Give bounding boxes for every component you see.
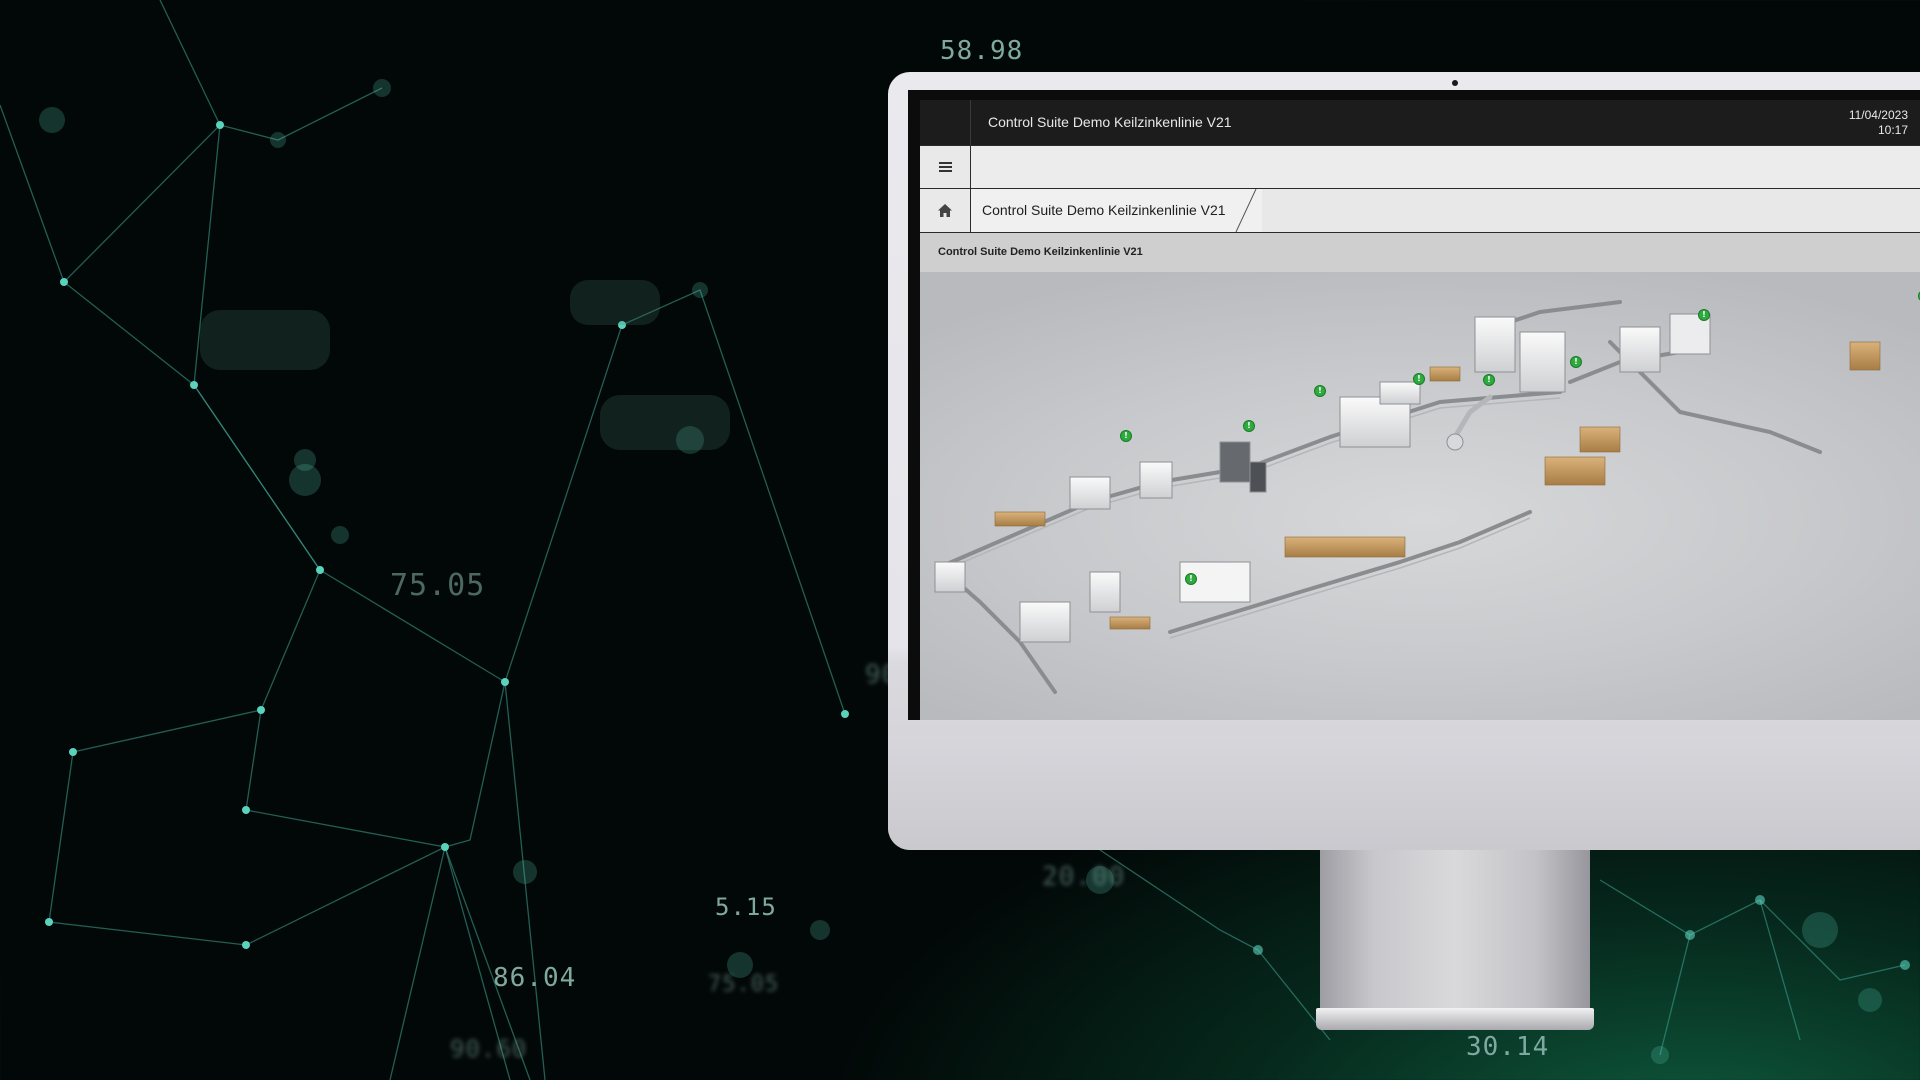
monitor-stand [1320,850,1590,1010]
time-text: 10:17 [1877,123,1908,137]
monitor-screen: Control Suite Demo Keilzinkenlinie V21 1… [908,90,1920,720]
background-number: 75.05 [390,568,486,603]
app-title: Control Suite Demo Keilzinkenlinie V21 [988,114,1232,130]
info-icon[interactable]: ! [1698,309,1710,321]
background-number: 75.05 [708,972,780,997]
monitor-frame: Control Suite Demo Keilzinkenlinie V21 1… [888,72,1920,850]
monitor-stand-base [1316,1008,1594,1030]
factory-3d-model [934,300,1881,694]
page-header: Control Suite Demo Keilzinkenlinie V21 [920,233,1920,272]
background-number: 20.00 [1042,862,1126,892]
breadcrumb: Control Suite Demo Keilzinkenlinie V21 [920,189,1920,233]
info-icon[interactable]: ! [1483,374,1495,386]
background-number: 58.98 [940,36,1024,66]
background-number: 5.15 [715,893,777,921]
info-icon[interactable]: ! [1413,373,1425,385]
breadcrumb-item[interactable]: Control Suite Demo Keilzinkenlinie V21 [971,189,1262,232]
info-icon[interactable]: ! [1185,573,1197,585]
factory-layout-view[interactable]: !!!!!!!!! [920,272,1920,720]
hamburger-icon [938,162,952,172]
monitor-chin [888,736,1920,850]
menu-button[interactable] [920,146,971,188]
info-icon[interactable]: ! [1570,356,1582,368]
info-icon[interactable]: ! [1120,430,1132,442]
control-suite-app: Control Suite Demo Keilzinkenlinie V21 1… [920,100,1920,720]
breadcrumb-separator [1235,189,1257,232]
info-icon[interactable]: ! [1243,420,1255,432]
background-number: 30.14 [1466,1032,1550,1062]
page-title: Control Suite Demo Keilzinkenlinie V21 [938,246,1143,258]
breadcrumb-item-label: Control Suite Demo Keilzinkenlinie V21 [982,202,1226,218]
app-title-bar: Control Suite Demo Keilzinkenlinie V21 1… [920,100,1920,145]
home-icon [938,204,952,217]
info-icon[interactable]: ! [1314,385,1326,397]
background-number: 90.60 [450,1035,528,1063]
datetime-display: 11/04/2023 10:17 [1849,100,1920,145]
logo-slot [920,100,971,145]
date-text: 11/04/2023 [1848,108,1908,122]
home-button[interactable] [920,189,971,232]
background-number: 86.04 [493,963,577,993]
camera-dot [1452,80,1458,86]
toolbar [920,145,1920,189]
